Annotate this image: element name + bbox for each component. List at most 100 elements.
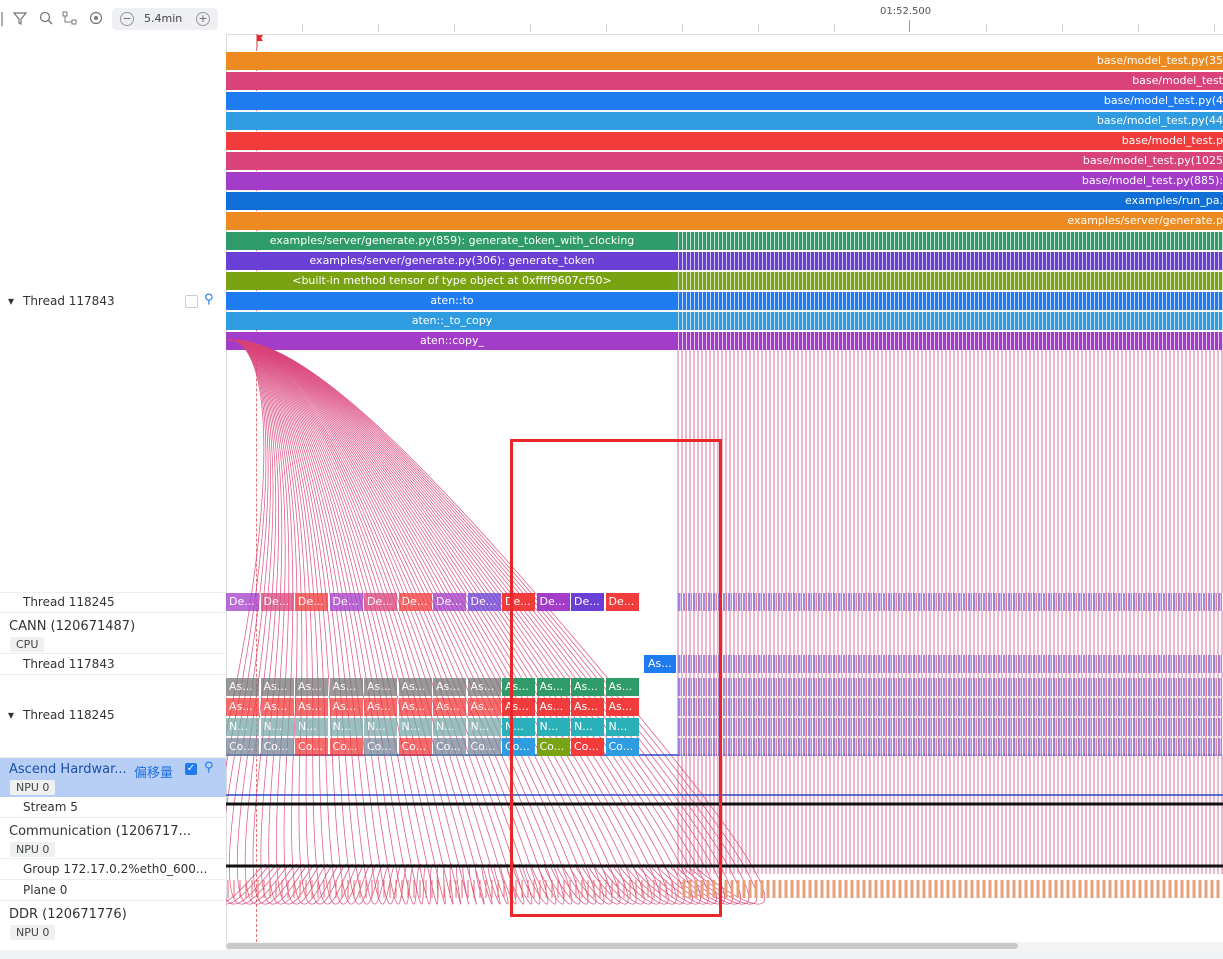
mini-slice[interactable]: N... [398,718,432,736]
mini-slice[interactable]: De... [433,593,466,611]
flow-line [226,339,440,905]
mini-slice[interactable]: N... [226,718,259,736]
toolbar: | − 5.4min + [0,0,226,40]
mini-slice[interactable]: As... [364,698,397,716]
track-label: Thread 118245 [23,708,115,722]
ruler-tick [682,24,683,32]
mini-slice[interactable]: Co... [260,738,294,756]
flow-line [226,339,525,905]
track-label: Ascend Hardwar... [9,762,127,777]
time-ruler[interactable]: 01:52.500 [226,0,1223,35]
scrollbar-thumb[interactable] [226,943,1018,949]
flow-lines [226,339,1223,905]
mini-slice[interactable]: As... [467,678,501,696]
mini-slice[interactable]: N... [329,718,363,736]
collapse-chevron-icon[interactable]: › [0,621,1,635]
mini-slice[interactable]: N... [433,718,466,736]
flow-line [226,339,341,905]
mini-slice[interactable]: N... [295,718,328,736]
mini-slice[interactable]: N... [260,718,294,736]
mini-slice[interactable]: Co... [467,738,501,756]
mini-slice[interactable]: As... [226,698,259,716]
mini-slice[interactable]: As... [226,678,259,696]
mini-slice[interactable]: Co... [295,738,328,756]
track-ddr[interactable]: › DDR (120671776) NPU 0 [0,901,226,942]
ruler-tick [454,24,455,32]
track-cann[interactable]: › CANN (120671487) CPU [0,613,226,654]
mini-slice[interactable]: Co... [364,738,397,756]
target-icon[interactable] [88,11,104,27]
mini-slice[interactable]: De... [226,593,259,611]
filter-icon[interactable] [12,11,28,27]
track-thread-118245[interactable]: Thread 118245 [0,592,226,613]
mini-slice[interactable]: As... [364,678,397,696]
mini-slice[interactable]: Co... [433,738,466,756]
bottom-strip [0,950,1223,959]
mini-slice[interactable]: As... [467,698,501,716]
offset-label[interactable]: 偏移量 [134,762,173,781]
collapse-chevron-icon[interactable]: › [0,764,1,778]
search-icon[interactable] [38,11,54,27]
mini-slice[interactable]: As... [398,678,432,696]
dense-slices [678,738,1223,756]
track-stream-5[interactable]: Stream 5 [0,797,226,818]
expand-chevron-icon[interactable]: ▾ [8,708,14,722]
mini-slice[interactable]: As... [260,698,294,716]
mini-slice[interactable]: As... [398,698,432,716]
mini-slice[interactable]: As... [329,698,363,716]
mini-slice[interactable]: As... [260,678,294,696]
mini-slice[interactable]: De... [260,593,294,611]
flow-icon[interactable] [62,11,78,27]
collapse-chevron-icon[interactable]: › [0,909,1,923]
mini-slice[interactable]: Co... [329,738,363,756]
ruler-tick [530,24,531,32]
mini-slice[interactable]: De... [295,593,328,611]
mini-slice[interactable]: As... [329,678,363,696]
mini-slice[interactable]: Co... [226,738,259,756]
edge-icon: | [0,11,5,27]
zoom-in-button[interactable]: + [196,12,210,26]
ruler-major-tick [909,20,910,32]
timeline-canvas[interactable]: base/model_test.py(35 base/model_test base… [226,34,1223,942]
track-thread-117843-cann[interactable]: Thread 117843 [0,654,226,675]
track-badge: NPU 0 [10,842,56,857]
mini-slice[interactable]: De... [329,593,363,611]
track-thread-118245-cann[interactable]: ▾ Thread 118245 [0,675,226,758]
track-thread-117843[interactable]: ▾ Thread 117843 ⚲ [0,40,226,593]
track-plane-0[interactable]: Plane 0 [0,880,226,901]
mini-slice[interactable]: As... [295,698,328,716]
flow-line [226,339,285,905]
mini-slice[interactable]: Co... [398,738,432,756]
dense-slices [678,718,1223,736]
mini-slice[interactable]: As... [295,678,328,696]
track-checkbox-checked[interactable]: ✓ [185,763,197,775]
track-ascend[interactable]: › Ascend Hardwar... 偏移量 ✓ ⚲ NPU 0 [0,758,226,796]
track-label: Communication (1206717... [9,824,191,839]
ruler-tick [986,24,987,32]
mini-slice[interactable]: De... [364,593,397,611]
mini-slice[interactable]: As... [433,698,466,716]
mini-slice[interactable]: As... [433,678,466,696]
track-badge: NPU 0 [10,780,56,795]
ruler-tick [758,24,759,32]
mini-slice[interactable]: De... [398,593,432,611]
mini-slice[interactable]: De... [467,593,501,611]
track-label: Thread 118245 [23,595,115,609]
ruler-tick [1214,24,1215,32]
ruler-tick [378,24,379,32]
pin-icon[interactable]: ⚲ [204,760,214,775]
mini-slice[interactable]: N... [467,718,501,736]
dense-slices [678,678,1223,696]
expand-chevron-icon[interactable]: ▾ [8,294,14,308]
zoom-out-button[interactable]: − [120,12,134,26]
highlight-box [510,439,722,917]
horizontal-scrollbar[interactable] [226,942,1223,950]
track-group[interactable]: Group 172.17.0.2%eth0_600... [0,859,226,880]
track-communication[interactable]: › Communication (1206717... NPU 0 [0,818,226,859]
pin-icon[interactable]: ⚲ [204,292,214,307]
track-checkbox[interactable] [185,295,198,308]
track-badge: CPU [10,637,45,652]
mini-slice[interactable]: N... [364,718,397,736]
collapse-chevron-icon[interactable]: › [0,826,1,840]
ruler-tick [1062,24,1063,32]
